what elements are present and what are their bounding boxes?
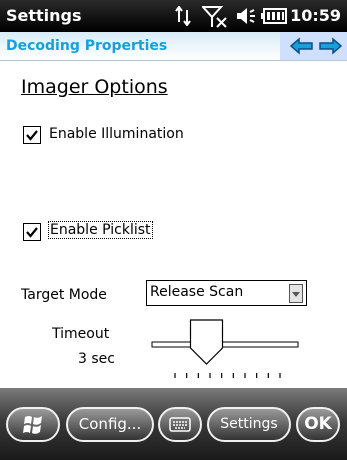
ok-button[interactable]: OK <box>296 407 340 442</box>
checkmark-icon <box>26 130 38 141</box>
config-label: Config... <box>78 415 142 433</box>
slider-thumb[interactable] <box>189 319 224 365</box>
dropdown-button[interactable] <box>289 284 303 303</box>
app-title: Settings <box>6 6 82 25</box>
sync-icon[interactable] <box>175 6 197 26</box>
ok-label: OK <box>304 414 332 434</box>
section-title: Imager Options <box>21 76 168 98</box>
forward-button[interactable] <box>316 34 344 58</box>
target-mode-label: Target Mode <box>21 287 107 303</box>
enable-picklist-checkbox[interactable] <box>23 223 41 241</box>
settings-label: Settings <box>220 416 278 432</box>
enable-illumination-label[interactable]: Enable Illumination <box>49 126 184 142</box>
timeout-slider[interactable] <box>150 318 300 380</box>
start-button[interactable] <box>6 407 60 442</box>
enable-picklist-label[interactable]: Enable Picklist <box>48 221 153 239</box>
slider-track <box>151 341 299 348</box>
signal-off-icon[interactable] <box>202 6 228 28</box>
windows-logo-icon <box>23 416 42 434</box>
speaker-icon[interactable] <box>235 6 257 26</box>
clock[interactable]: 10:59 <box>290 6 341 25</box>
back-button[interactable] <box>288 34 316 58</box>
checkmark-icon <box>26 227 38 238</box>
settings-button[interactable]: Settings <box>207 407 291 442</box>
battery-icon[interactable] <box>261 8 287 24</box>
keyboard-button[interactable] <box>158 407 202 442</box>
nav-buttons <box>280 32 347 60</box>
title-bar: Settings 10:59 <box>0 0 347 32</box>
enable-illumination-checkbox[interactable] <box>23 126 41 144</box>
target-mode-select[interactable]: Release Scan <box>146 280 307 306</box>
arrow-right-icon <box>319 37 343 55</box>
bottom-bar: Config... Settings OK <box>0 388 347 460</box>
config-button[interactable]: Config... <box>66 407 154 442</box>
arrow-left-icon <box>289 37 313 55</box>
page-title: Decoding Properties <box>6 38 168 54</box>
target-mode-value: Release Scan <box>150 284 244 300</box>
timeout-value: 3 sec <box>78 351 115 367</box>
chevron-down-icon <box>292 292 300 297</box>
slider-ticks <box>174 373 281 378</box>
timeout-label: Timeout <box>52 326 110 342</box>
page-header: Decoding Properties <box>0 32 347 61</box>
keyboard-icon <box>169 417 191 432</box>
